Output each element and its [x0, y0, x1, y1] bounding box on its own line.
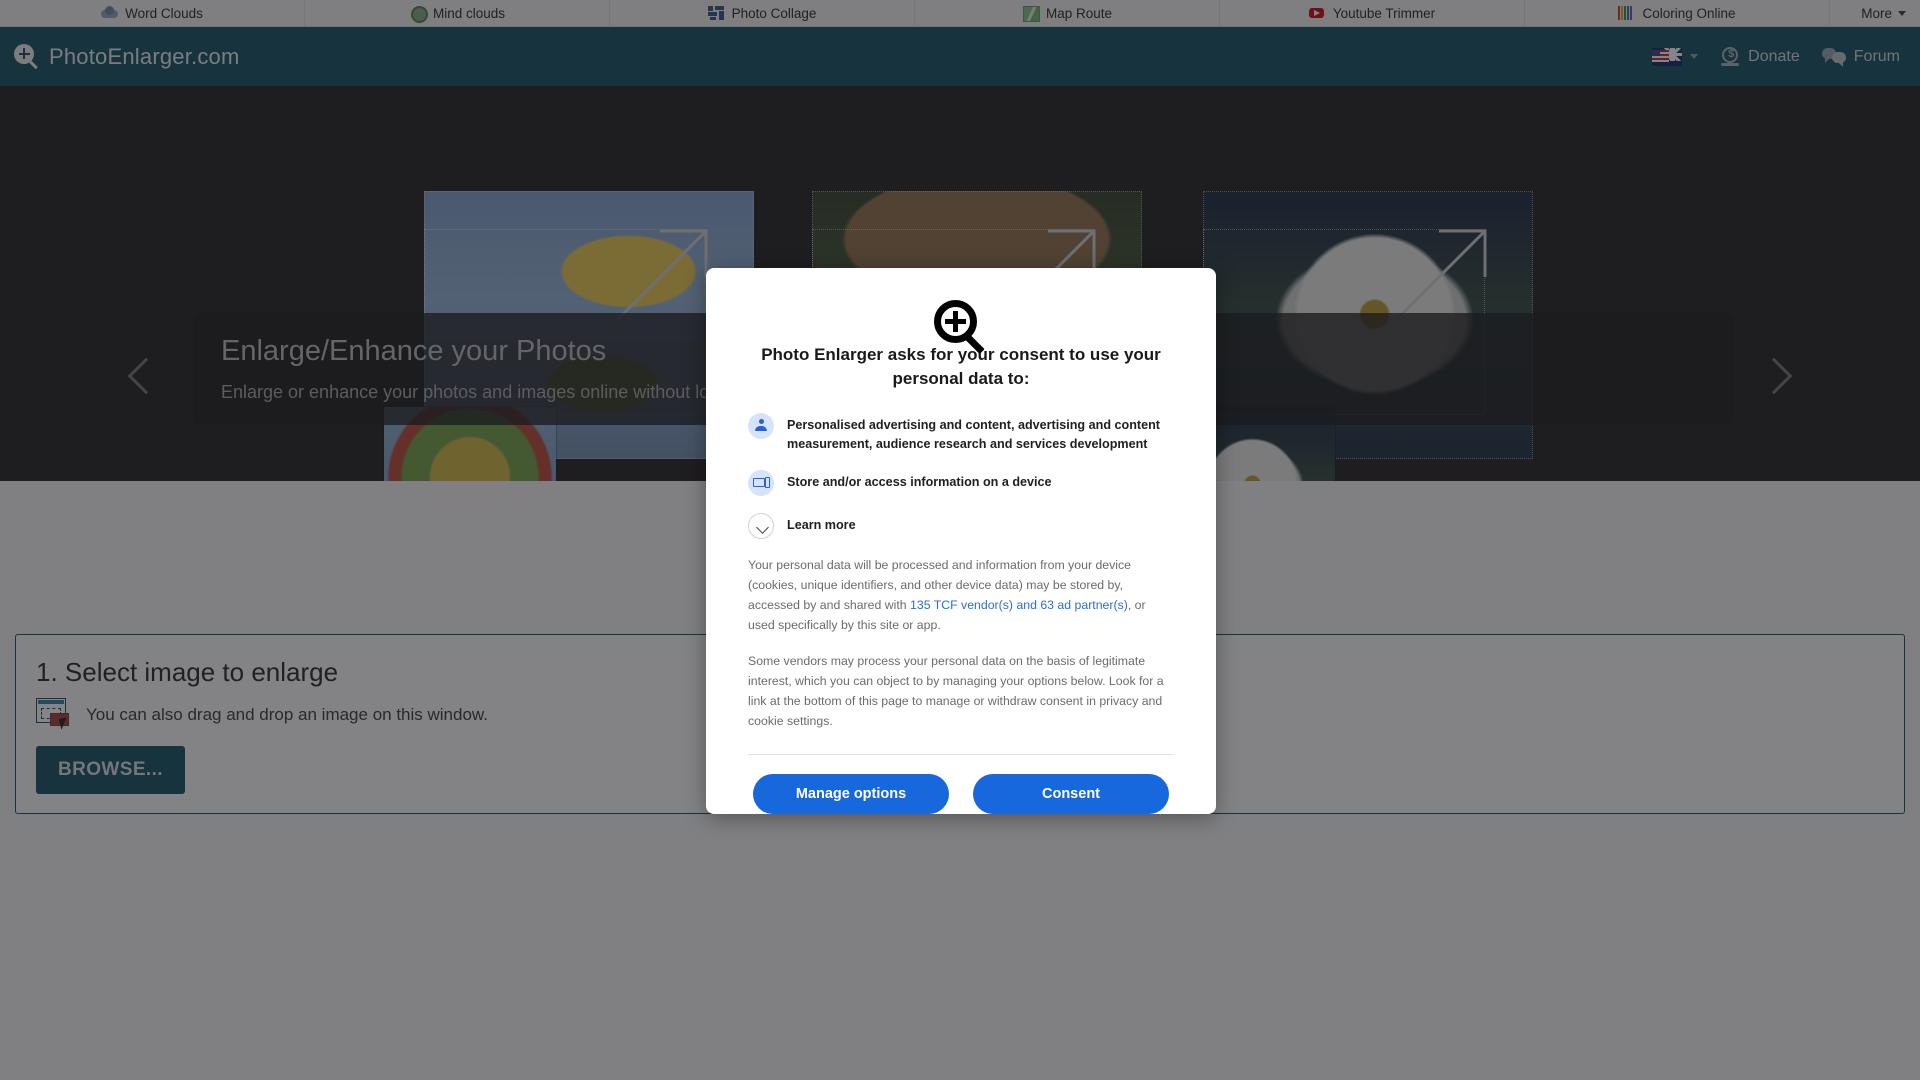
consent-legal-paragraph-2: Some vendors may process your personal d… [748, 652, 1174, 732]
consent-heading: Photo Enlarger asks for your consent to … [748, 343, 1174, 391]
vendors-link[interactable]: 135 TCF vendor(s) and 63 ad partner(s) [910, 598, 1128, 612]
consent-purpose-item: Personalised advertising and content, ad… [748, 413, 1174, 453]
person-icon [748, 413, 774, 439]
consent-actions: Manage options Consent [748, 774, 1174, 814]
learn-more-row[interactable]: Learn more [748, 513, 1174, 539]
manage-options-button[interactable]: Manage options [753, 774, 949, 814]
consent-legal-paragraph-1: Your personal data will be processed and… [748, 556, 1174, 636]
purpose-label: Personalised advertising and content, ad… [787, 413, 1174, 453]
consent-dialog: Photo Enlarger asks for your consent to … [706, 268, 1216, 814]
consent-button[interactable]: Consent [973, 774, 1169, 814]
magnifier-plus-icon [934, 300, 988, 323]
consent-purpose-list: Personalised advertising and content, ad… [748, 413, 1174, 556]
consent-purpose-item: Store and/or access information on a dev… [748, 470, 1174, 496]
device-icon [748, 470, 774, 496]
learn-more-label: Learn more [787, 513, 856, 535]
purpose-label: Store and/or access information on a dev… [787, 470, 1052, 492]
chevron-down-icon[interactable] [748, 513, 774, 539]
